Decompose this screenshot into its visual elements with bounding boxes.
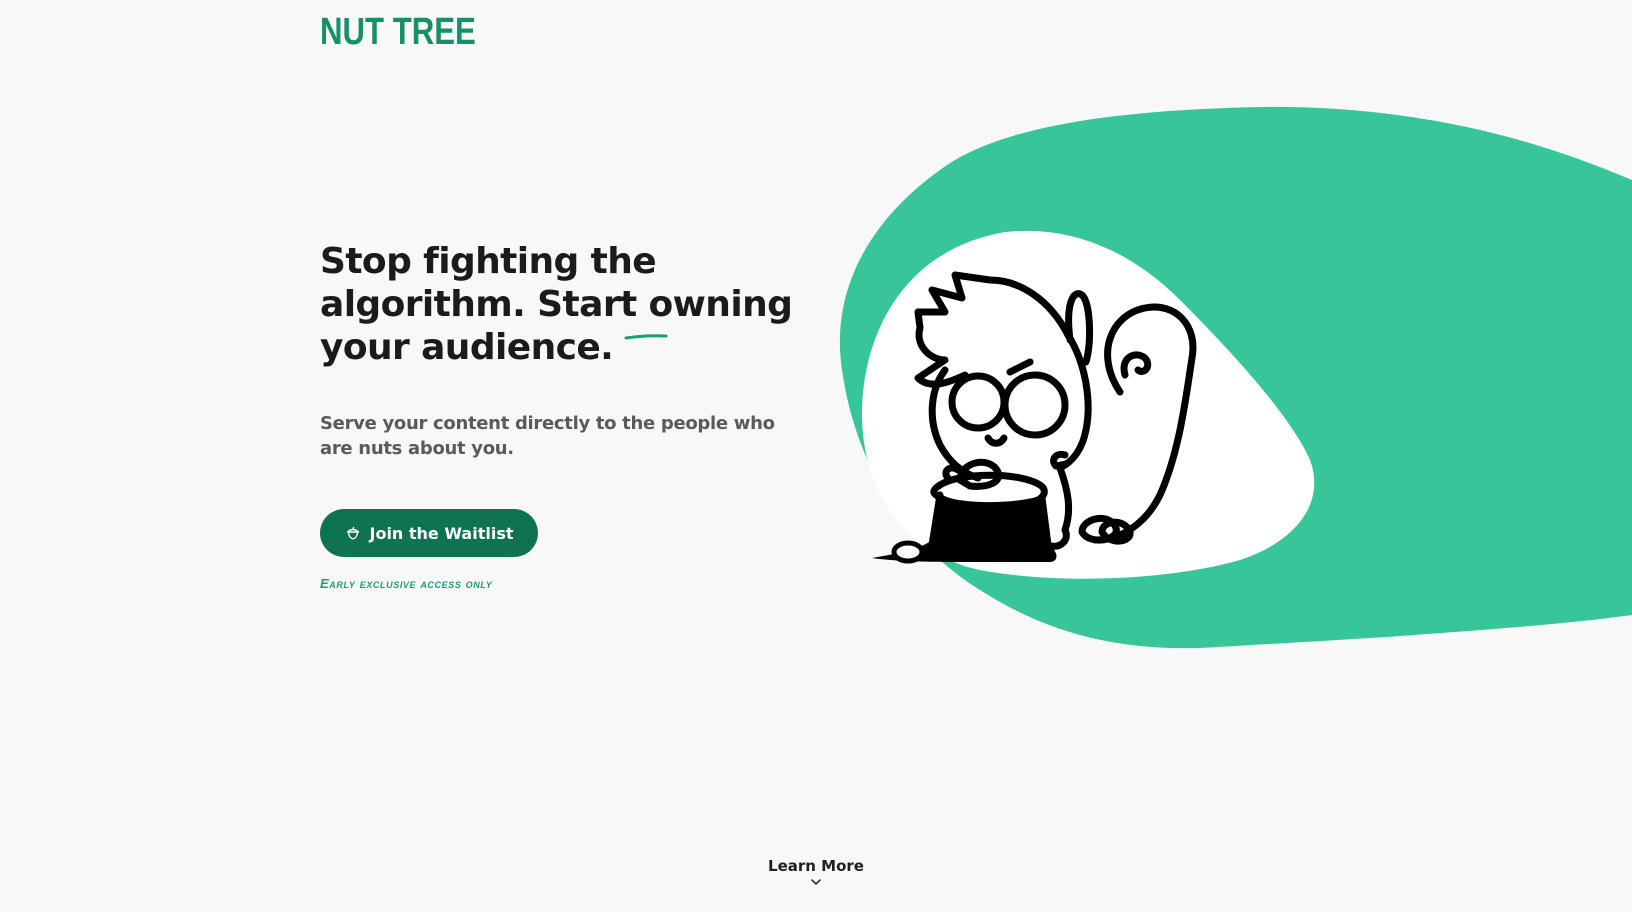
ground-nut-drawing: [891, 540, 925, 564]
squirrel-on-stump-illustration: [839, 106, 1632, 649]
hero-title-line: Stop fighting the: [320, 241, 657, 282]
join-waitlist-button[interactable]: Join the Waitlist: [320, 509, 538, 557]
acorn-icon: [346, 526, 359, 540]
learn-more-link[interactable]: Learn More: [716, 856, 916, 886]
join-waitlist-label: Join the Waitlist: [369, 523, 514, 543]
hero-title: Stop fighting the algorithm. Start ownin…: [320, 240, 793, 369]
hero-subtitle: Serve your content directly to the peopl…: [320, 413, 775, 459]
learn-more-label: Learn More: [768, 857, 864, 875]
logo[interactable]: NUT TREE: [320, 12, 476, 52]
hero-title-line: your audience.: [320, 327, 614, 368]
chevron-down-icon: [811, 879, 821, 885]
hero-title-line: algorithm. Start owning: [320, 284, 793, 325]
early-access-note: Early exclusive access only: [320, 576, 493, 591]
underline-accent-icon: [624, 334, 668, 340]
